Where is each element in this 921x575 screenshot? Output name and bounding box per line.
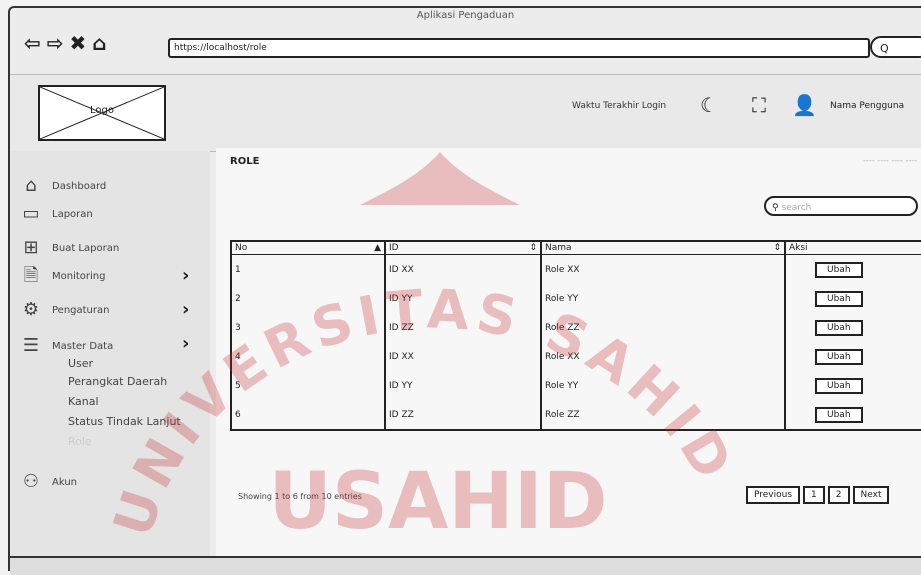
sidebar-item-label: Monitoring (52, 270, 106, 282)
sidebar-item-label: Buat Laporan (52, 242, 120, 254)
sidebar-item-label: Akun (52, 476, 77, 488)
footer-bar (10, 556, 921, 575)
pagination-previous[interactable]: Previous (746, 486, 801, 504)
entries-info: Showing 1 to 6 from 10 entries (238, 492, 362, 501)
sidebar-item-monitoring[interactable]: 🗎 Monitoring (20, 265, 106, 287)
sidebar-item-label: Dashboard (52, 180, 107, 192)
plus-square-icon: ⊞ (23, 237, 39, 258)
column-header-id[interactable]: ID ⇕ (385, 240, 542, 255)
table-row: 2 ID YY Role YY Ubah (230, 284, 921, 313)
edit-button[interactable]: Ubah (815, 348, 863, 365)
logo: Logo (38, 85, 166, 141)
logo-label: Logo (90, 105, 114, 116)
app-header: Logo Waktu Terakhir Login ☾ ⛶ 👤 Nama Pen… (10, 74, 921, 152)
table-row: 1 ID XX Role XX Ubah (230, 254, 921, 284)
role-table: No ▲ ID ⇕ Nama ⇕ Aksi 1 ID XX Role XX Ubah … (230, 240, 921, 431)
sidebar-item-label: Master Data (52, 340, 114, 352)
search-input[interactable]: ⚲ search (764, 196, 918, 216)
submenu-kanal[interactable]: Kanal (68, 395, 99, 408)
sidebar-item-dashboard[interactable]: ⌂ Dashboard (20, 175, 106, 197)
last-login-text: Waktu Terakhir Login (572, 101, 667, 111)
database-icon: ☰ (22, 335, 40, 356)
chevron-right-icon[interactable]: › (182, 299, 189, 320)
search-icon: ⚲ (772, 203, 779, 213)
edit-button[interactable]: Ubah (815, 319, 863, 336)
pagination: Previous 1 2 Next (746, 486, 890, 504)
moon-icon[interactable]: ☾ (700, 93, 718, 117)
username[interactable]: Nama Pengguna (830, 101, 904, 111)
sort-icon: ⇕ (529, 243, 537, 253)
sidebar-item-akun[interactable]: ⚇ Akun (20, 471, 77, 493)
column-header-aksi: Aksi (785, 240, 921, 255)
search-placeholder: search (781, 203, 812, 213)
edit-button[interactable]: Ubah (815, 290, 863, 307)
pagination-next[interactable]: Next (852, 486, 890, 504)
chevron-right-icon[interactable]: › (182, 265, 189, 286)
document-icon: 🗎 (23, 265, 39, 286)
submenu-perangkat-daerah[interactable]: Perangkat Daerah (68, 375, 167, 388)
edit-button[interactable]: Ubah (815, 406, 863, 423)
gear-icon: ⚙ (22, 299, 40, 320)
chevron-right-icon[interactable]: › (182, 333, 189, 354)
column-header-nama[interactable]: Nama ⇕ (541, 240, 786, 255)
submenu-status-tindak-lanjut[interactable]: Status Tindak Lanjut (68, 415, 181, 428)
pagination-page-2[interactable]: 2 (827, 486, 850, 504)
submenu-role[interactable]: Role (68, 435, 92, 448)
home-icon[interactable]: ⌂ (92, 33, 106, 53)
sidebar-item-pengaturan[interactable]: ⚙ Pengaturan (20, 299, 110, 321)
sidebar-item-laporan[interactable]: ▭ Laporan (20, 203, 93, 225)
sidebar-item-label: Laporan (52, 208, 93, 220)
sidebar-item-label: Pengaturan (52, 304, 110, 316)
table-row: 3 ID ZZ Role ZZ Ubah (230, 313, 921, 342)
account-icon: ⚇ (22, 471, 40, 492)
user-icon[interactable]: 👤 (792, 93, 817, 117)
sort-asc-icon: ▲ (374, 243, 381, 253)
breadcrumb: ---- ---- ---- ---- (863, 156, 917, 165)
column-header-no[interactable]: No ▲ (230, 240, 386, 255)
table-row: 5 ID YY Role YY Ubah (230, 371, 921, 400)
submenu-user[interactable]: User (68, 357, 93, 370)
edit-button[interactable]: Ubah (815, 261, 863, 278)
table-row: 6 ID ZZ Role ZZ Ubah (230, 400, 921, 431)
main-content: ROLE ---- ---- ---- ---- ⚲ search No ▲ ID… (216, 148, 921, 558)
sort-icon: ⇕ (773, 243, 781, 253)
sidebar: ⌂ Dashboard ▭ Laporan ⊞ Buat Laporan 🗎 M… (10, 151, 210, 565)
nav-controls: ⇦ ⇨ ✖ ⌂ (24, 33, 107, 53)
home-icon: ⌂ (25, 175, 37, 196)
browser-window: Aplikasi Pengaduan ⇦ ⇨ ✖ ⌂ https://local… (8, 6, 921, 575)
sidebar-item-master-data[interactable]: ☰ Master Data (20, 335, 113, 357)
sidebar-item-buat-laporan[interactable]: ⊞ Buat Laporan (20, 237, 119, 259)
browser-search-button[interactable]: Q (870, 36, 921, 58)
window-title: Aplikasi Pengaduan (416, 10, 515, 21)
forward-icon[interactable]: ⇨ (47, 33, 64, 53)
back-icon[interactable]: ⇦ (24, 33, 41, 53)
comment-icon: ▭ (22, 203, 40, 224)
edit-button[interactable]: Ubah (815, 377, 863, 394)
pagination-page-1[interactable]: 1 (803, 486, 825, 504)
url-bar[interactable]: https://localhost/role (168, 38, 870, 58)
table-row: 4 ID XX Role XX Ubah (230, 342, 921, 371)
page-title: ROLE (230, 156, 260, 167)
close-icon[interactable]: ✖ (70, 33, 87, 53)
fullscreen-icon[interactable]: ⛶ (752, 93, 766, 117)
